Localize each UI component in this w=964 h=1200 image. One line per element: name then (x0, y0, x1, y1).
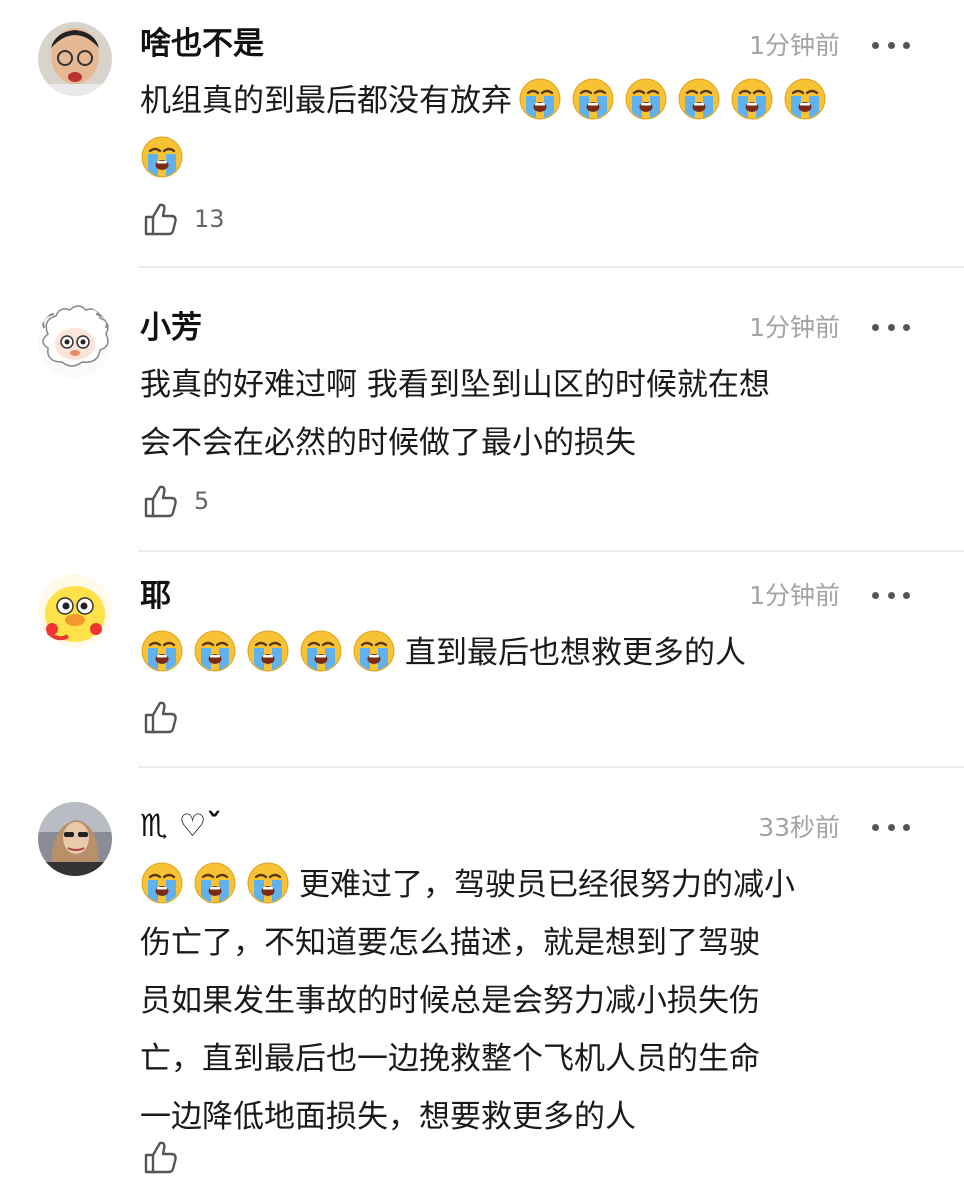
avatar[interactable] (38, 22, 112, 96)
crying-emoji-icon (518, 77, 562, 121)
avatar[interactable] (38, 304, 112, 378)
divider (138, 266, 964, 268)
like-button[interactable] (142, 698, 194, 736)
like-count: 5 (194, 487, 210, 515)
comment-text-line: 直到最后也想救更多的人 (405, 635, 746, 671)
timestamp: 1分钟前 (749, 581, 840, 610)
username[interactable]: ♏︎ ♡ˇ (140, 806, 222, 846)
timestamp: 1分钟前 (749, 31, 840, 60)
avatar[interactable] (38, 802, 112, 876)
crying-emoji-icon (193, 861, 237, 905)
crying-emoji-icon (246, 629, 290, 673)
comment-text-line: 更难过了，驾驶员已经很努力的减小 (299, 867, 795, 903)
comment-text: 直到最后也想救更多的人 (140, 624, 920, 682)
crying-emoji-icon (677, 77, 721, 121)
divider (138, 766, 964, 768)
comment-text: 机组真的到最后都没有放弃 (140, 72, 920, 188)
divider (138, 550, 964, 552)
thumbs-up-icon (142, 1138, 180, 1176)
comment-text: 更难过了，驾驶员已经很努力的减小 伤亡了，不知道要怎么描述，就是想到了驾驶 员如… (140, 856, 920, 1146)
crying-emoji-icon (571, 77, 615, 121)
crying-emoji-icon (140, 861, 184, 905)
thumbs-up-icon (142, 698, 180, 736)
crying-emoji-icon (352, 629, 396, 673)
crying-emoji-icon (140, 629, 184, 673)
crying-emoji-icon (246, 861, 290, 905)
timestamp: 33秒前 (758, 813, 840, 842)
comment-text-line: 我真的好难过啊 我看到坠到山区的时候就在想 (140, 367, 770, 403)
comment-text: 我真的好难过啊 我看到坠到山区的时候就在想 会不会在必然的时候做了最小的损失 (140, 356, 920, 472)
like-button[interactable] (142, 1138, 194, 1176)
like-button[interactable]: 5 (142, 482, 209, 520)
thumbs-up-icon (142, 482, 180, 520)
crying-emoji-icon (140, 135, 184, 179)
comment-text-line: 伤亡了，不知道要怎么描述，就是想到了驾驶 (140, 925, 760, 961)
comment-text-line: 员如果发生事故的时候总是会努力减小损失伤 (140, 983, 760, 1019)
crying-emoji-icon (193, 629, 237, 673)
more-icon[interactable] (872, 40, 910, 50)
username[interactable]: 小芳 (140, 308, 202, 348)
avatar[interactable] (38, 574, 112, 648)
comment-text-line: 一边降低地面损失，想要救更多的人 (140, 1099, 636, 1135)
comment-text-line: 亡，直到最后也一边挽救整个飞机人员的生命 (140, 1041, 760, 1077)
more-icon[interactable] (872, 322, 910, 332)
crying-emoji-icon (730, 77, 774, 121)
like-button[interactable]: 13 (142, 200, 225, 238)
comment-text-line: 会不会在必然的时候做了最小的损失 (140, 425, 636, 461)
like-count: 13 (194, 205, 225, 233)
more-icon[interactable] (872, 822, 910, 832)
more-icon[interactable] (872, 590, 910, 600)
crying-emoji-icon (783, 77, 827, 121)
crying-emoji-icon (624, 77, 668, 121)
timestamp: 1分钟前 (749, 313, 840, 342)
username[interactable]: 耶 (140, 576, 171, 616)
comment-text-line: 机组真的到最后都没有放弃 (140, 83, 512, 119)
thumbs-up-icon (142, 200, 180, 238)
username[interactable]: 啥也不是 (140, 24, 264, 64)
crying-emoji-icon (299, 629, 343, 673)
